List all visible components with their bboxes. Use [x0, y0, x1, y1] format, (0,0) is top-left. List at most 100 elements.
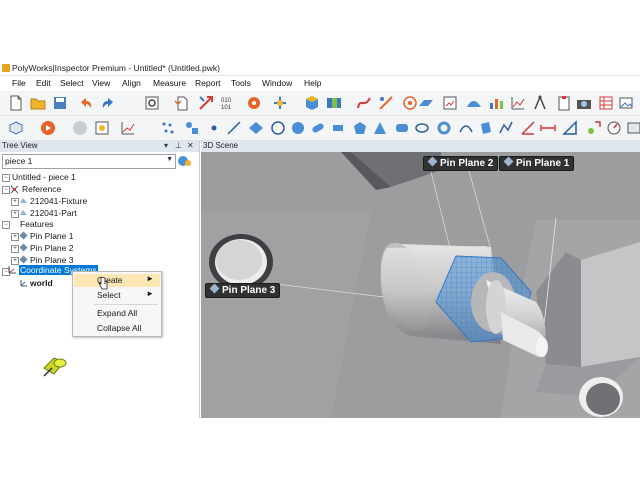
- tree-reference-fixture[interactable]: 212041-Fixture: [30, 196, 87, 206]
- probe-icon[interactable]: [246, 95, 262, 111]
- ellipse-icon[interactable]: [414, 120, 430, 136]
- redo-icon[interactable]: [100, 95, 116, 111]
- target-icon[interactable]: [402, 95, 418, 111]
- stop-icon[interactable]: [72, 120, 88, 136]
- menu-window[interactable]: Window: [262, 78, 292, 88]
- piece-config-icon[interactable]: [177, 154, 193, 168]
- context-item-collapse-all[interactable]: Collapse All: [74, 322, 160, 335]
- context-item-select[interactable]: Select ►: [74, 289, 160, 302]
- expand-fixture-icon[interactable]: +: [11, 198, 19, 206]
- rect-slot-icon[interactable]: [330, 120, 346, 136]
- align-icon[interactable]: [272, 95, 288, 111]
- tree-root[interactable]: Untitled - piece 1: [12, 172, 76, 182]
- expand-pin-plane-1-icon[interactable]: +: [11, 233, 19, 241]
- plane-icon[interactable]: [418, 95, 434, 111]
- play-icon[interactable]: [40, 120, 56, 136]
- torus-icon[interactable]: [436, 120, 452, 136]
- surface-icon[interactable]: [466, 95, 482, 111]
- cross-section-icon[interactable]: [586, 120, 602, 136]
- features-icon[interactable]: [184, 120, 200, 136]
- circle-icon[interactable]: [270, 120, 286, 136]
- collapse-reference-icon[interactable]: −: [2, 186, 10, 194]
- report-icon[interactable]: [442, 95, 458, 111]
- probe-setup-icon[interactable]: [94, 120, 110, 136]
- plane-patch-icon[interactable]: [478, 120, 494, 136]
- tree-world[interactable]: world: [30, 278, 53, 288]
- bottom-margin: [0, 418, 640, 480]
- tree-feature-pin-plane-3[interactable]: Pin Plane 3: [30, 255, 73, 265]
- scene-header: 3D Scene: [201, 141, 640, 152]
- chart-icon[interactable]: [488, 95, 504, 111]
- angle-icon[interactable]: [520, 120, 536, 136]
- undo-icon[interactable]: [78, 95, 94, 111]
- transform-icon[interactable]: [198, 95, 214, 111]
- cylinder-icon[interactable]: [394, 120, 410, 136]
- box-select-icon[interactable]: [8, 120, 24, 136]
- plane-feature-icon[interactable]: [248, 120, 264, 136]
- load-cursor-icon: [43, 357, 67, 377]
- settings-icon[interactable]: [144, 95, 160, 111]
- more-tools-icon[interactable]: [626, 120, 640, 136]
- collapse-root-icon[interactable]: −: [2, 174, 10, 182]
- triangle-icon[interactable]: [562, 120, 578, 136]
- scene-label-pin-plane-1[interactable]: Pin Plane 1: [499, 156, 575, 171]
- menu-file[interactable]: File: [12, 78, 26, 88]
- diamond-icon: [427, 156, 438, 167]
- gauge-icon[interactable]: [606, 120, 622, 136]
- 3d-scene-viewport[interactable]: Pin Plane 2 Pin Plane 1 Pin Plane 3: [201, 152, 640, 418]
- context-item-expand-all[interactable]: Expand All: [74, 307, 160, 320]
- tree-feature-pin-plane-1[interactable]: Pin Plane 1: [30, 231, 73, 241]
- new-project-icon[interactable]: [8, 95, 24, 111]
- color-map-icon[interactable]: [326, 95, 342, 111]
- point-icon[interactable]: [206, 120, 222, 136]
- clipboard-icon[interactable]: [556, 95, 572, 111]
- image-icon[interactable]: [618, 95, 634, 111]
- polygon-icon[interactable]: [352, 120, 368, 136]
- panel-menu-icon[interactable]: ▾: [164, 141, 168, 150]
- trend-icon[interactable]: [120, 120, 136, 136]
- import-icon[interactable]: [174, 95, 190, 111]
- piece-select[interactable]: piece 1 ▼: [2, 154, 176, 169]
- close-icon[interactable]: ✕: [187, 141, 194, 150]
- menu-measure[interactable]: Measure: [153, 78, 186, 88]
- camera-icon[interactable]: [576, 95, 592, 111]
- pin-icon[interactable]: ⊥: [175, 141, 182, 150]
- compass-icon[interactable]: [532, 95, 548, 111]
- menu-align[interactable]: Align: [122, 78, 141, 88]
- expand-pin-plane-3-icon[interactable]: +: [11, 257, 19, 265]
- tree-reference[interactable]: Reference: [22, 184, 61, 194]
- save-icon[interactable]: [52, 95, 68, 111]
- context-item-create[interactable]: Create ►: [74, 274, 160, 287]
- menu-select[interactable]: Select: [60, 78, 84, 88]
- menu-view[interactable]: View: [92, 78, 110, 88]
- menu-report[interactable]: Report: [195, 78, 221, 88]
- tree-reference-part[interactable]: 212041-Part: [30, 208, 77, 218]
- expand-pin-plane-2-icon[interactable]: +: [11, 245, 19, 253]
- menu-help[interactable]: Help: [304, 78, 321, 88]
- cube-icon[interactable]: [304, 95, 320, 111]
- slot-icon[interactable]: [310, 120, 326, 136]
- polyline-icon[interactable]: [498, 120, 514, 136]
- tree-features[interactable]: Features: [20, 219, 54, 229]
- graph-icon[interactable]: [510, 95, 526, 111]
- sphere-icon[interactable]: [290, 120, 306, 136]
- expand-part-icon[interactable]: +: [11, 210, 19, 218]
- line-icon[interactable]: [226, 120, 242, 136]
- cone-icon[interactable]: [372, 120, 388, 136]
- binary-icon[interactable]: 010 101: [220, 95, 236, 111]
- distance-icon[interactable]: [540, 120, 556, 136]
- surface-point-icon[interactable]: [458, 120, 474, 136]
- point-cloud-icon[interactable]: [160, 120, 176, 136]
- menu-edit[interactable]: Edit: [36, 78, 51, 88]
- collapse-features-icon[interactable]: −: [2, 221, 10, 229]
- svg-text:010: 010: [221, 98, 232, 104]
- chevron-down-icon: ▼: [166, 156, 173, 163]
- measure-icon[interactable]: [378, 95, 394, 111]
- table-icon[interactable]: [598, 95, 614, 111]
- menu-tools[interactable]: Tools: [231, 78, 251, 88]
- scene-label-pin-plane-2[interactable]: Pin Plane 2: [423, 156, 499, 171]
- open-folder-icon[interactable]: [30, 95, 46, 111]
- tree-feature-pin-plane-2[interactable]: Pin Plane 2: [30, 243, 73, 253]
- scene-label-pin-plane-3[interactable]: Pin Plane 3: [205, 283, 281, 298]
- curve-icon[interactable]: [356, 95, 372, 111]
